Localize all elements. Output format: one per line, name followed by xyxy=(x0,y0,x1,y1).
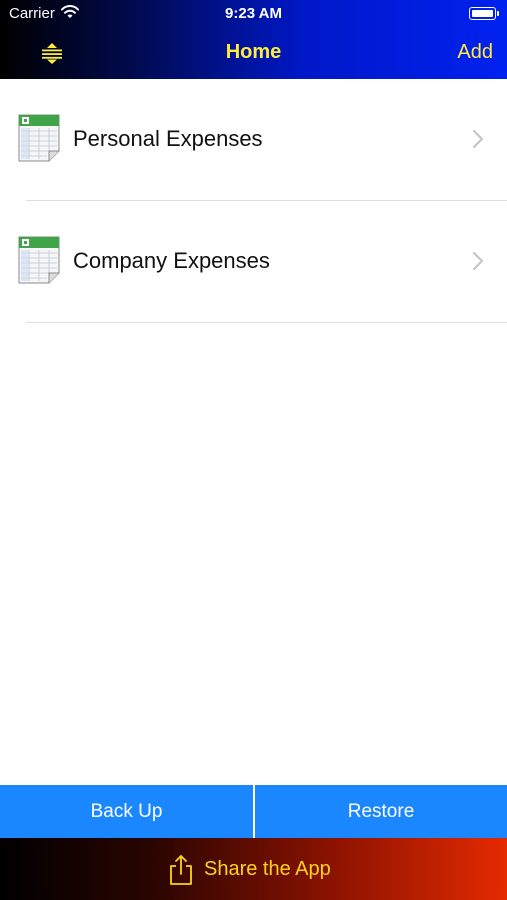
chevron-right-icon xyxy=(472,251,484,271)
chevron-right-icon xyxy=(472,129,484,149)
sort-menu-button[interactable] xyxy=(32,36,72,70)
sort-arrows-icon xyxy=(42,43,62,64)
add-button[interactable]: Add xyxy=(457,41,493,64)
share-app-button[interactable]: Share the App xyxy=(0,838,507,900)
share-app-label: Share the App xyxy=(204,858,331,880)
list-item-personal-expenses[interactable]: Personal Expenses xyxy=(0,79,507,201)
battery-level xyxy=(472,10,493,17)
status-bar: Carrier 9:23 AM xyxy=(0,0,507,28)
back-up-button[interactable]: Back Up xyxy=(0,785,253,838)
header: Carrier 9:23 AM Home Add xyxy=(0,0,507,79)
row-separator xyxy=(26,322,507,323)
page-title: Home xyxy=(225,41,282,63)
expense-list: Personal Expenses Company Expenses xyxy=(0,79,507,323)
nav-bar: Home Add xyxy=(0,28,507,79)
list-item-label: Company Expenses xyxy=(73,248,270,273)
spreadsheet-icon xyxy=(18,114,60,162)
battery-icon xyxy=(469,7,496,20)
battery-tip xyxy=(497,11,499,16)
restore-button[interactable]: Restore xyxy=(255,785,507,838)
status-time: 9:23 AM xyxy=(225,5,282,22)
bottom-button-bar: Back Up Restore xyxy=(0,785,507,838)
list-item-label: Personal Expenses xyxy=(73,126,263,151)
list-item-company-expenses[interactable]: Company Expenses xyxy=(0,201,507,323)
share-icon xyxy=(170,855,192,885)
spreadsheet-icon xyxy=(18,236,60,284)
